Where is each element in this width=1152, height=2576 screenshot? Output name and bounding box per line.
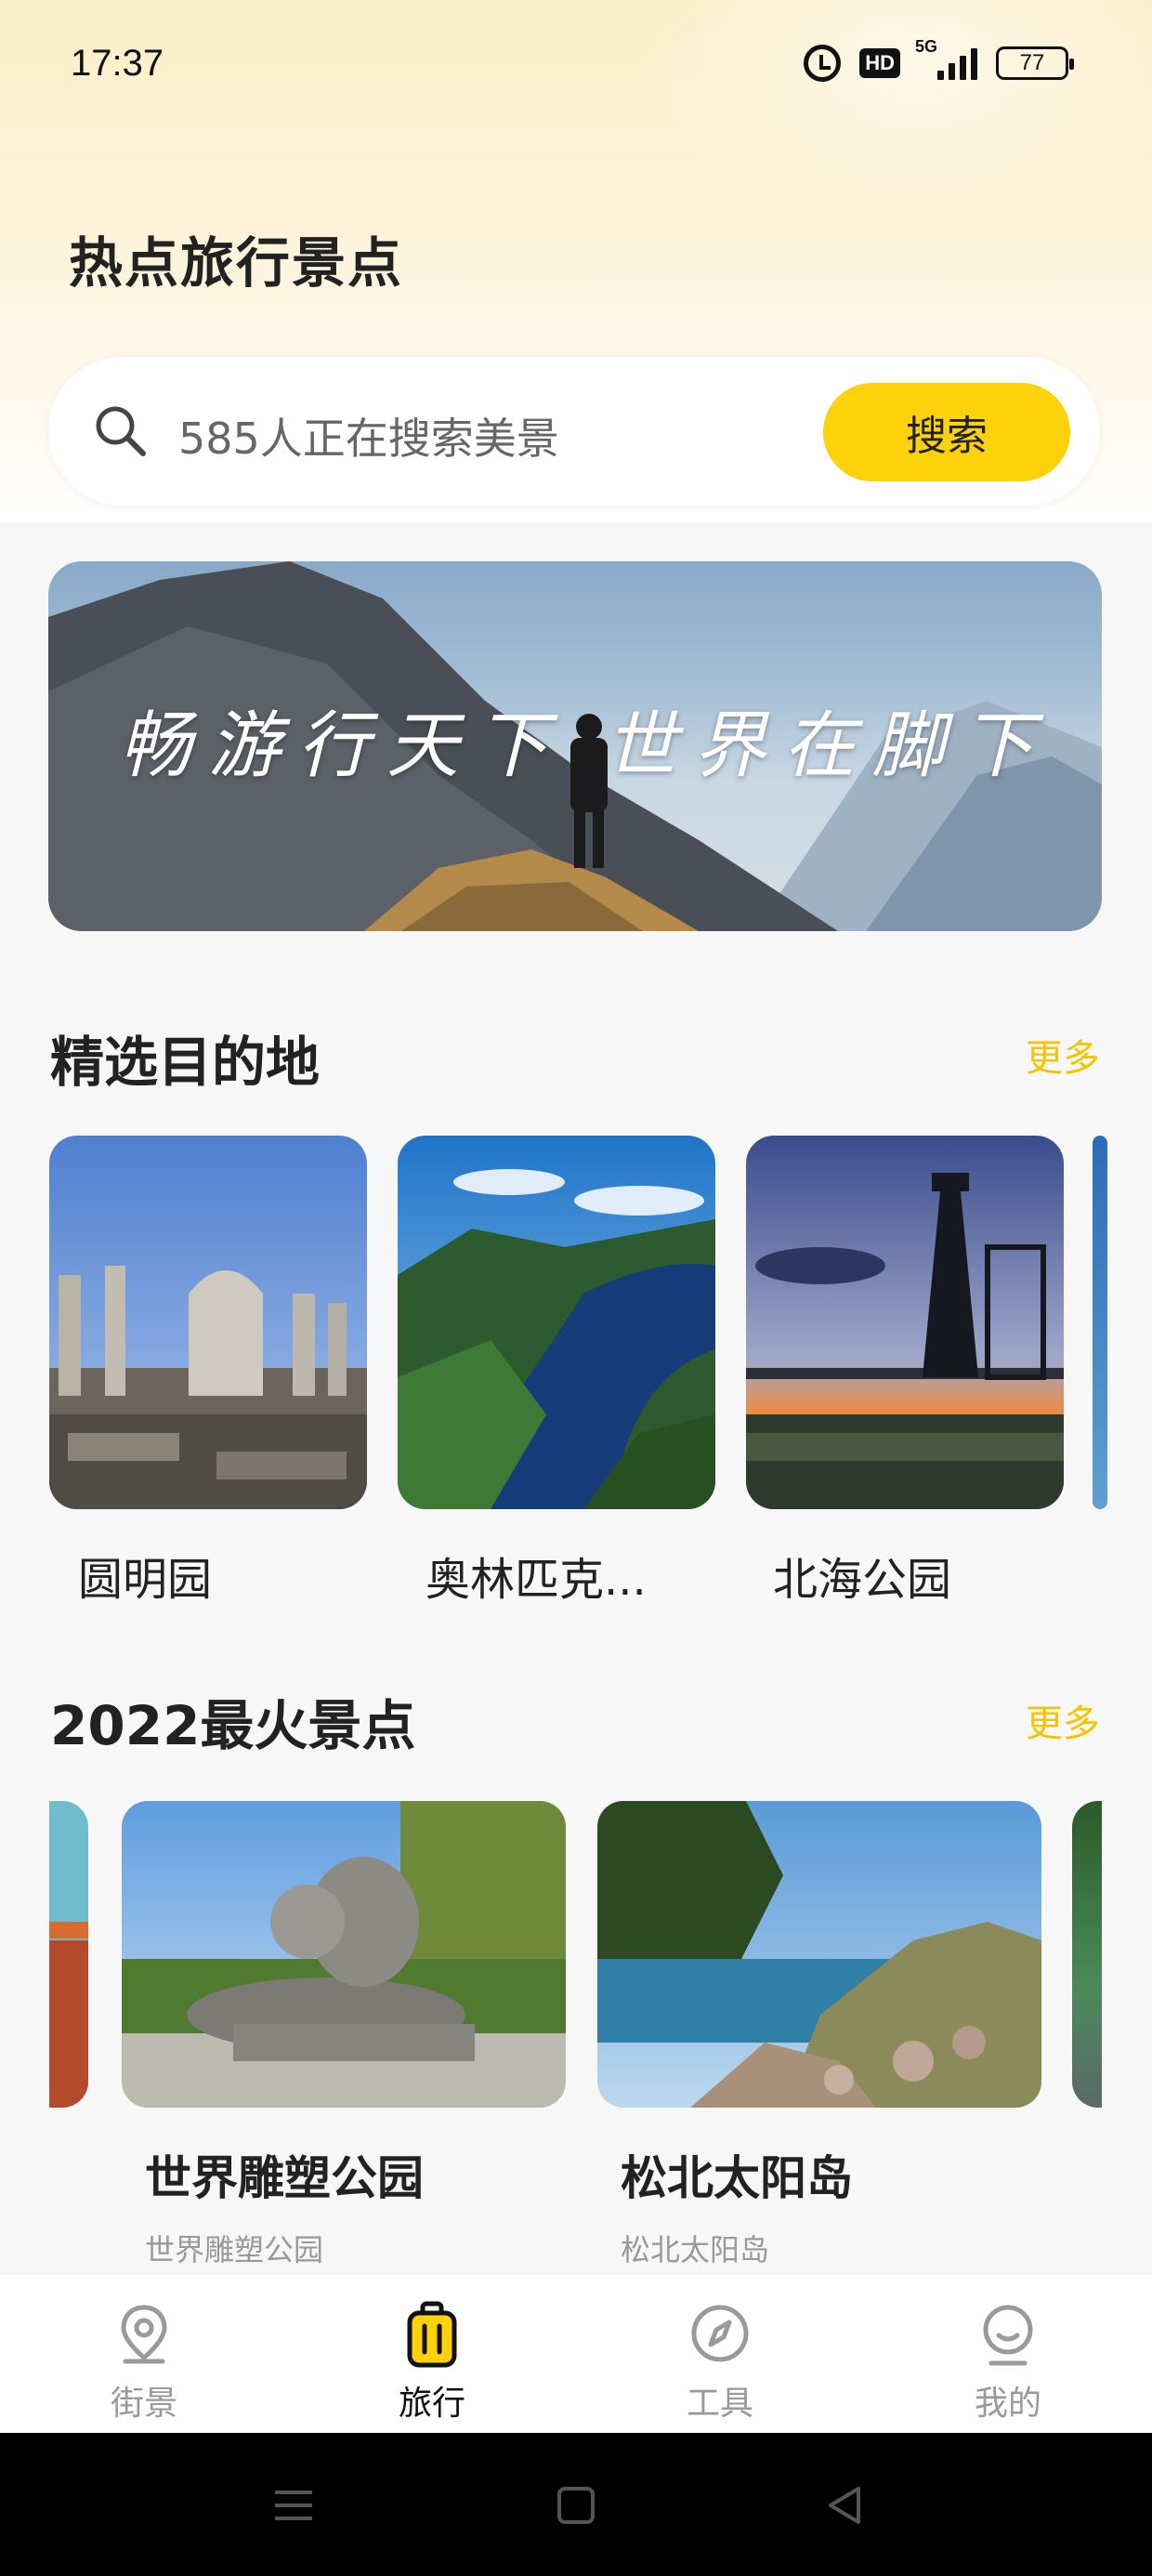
battery-icon: 77 [996,46,1074,80]
banner-caption: 畅游行天下 世界在脚下 [119,704,1051,788]
compass-icon [691,2305,749,2362]
profile-icon [983,2305,1033,2366]
popular-card-partial-right[interactable] [1072,1801,1102,2108]
location-pin-icon [121,2305,167,2364]
popular-item-subtitle: 松北太阳岛 [621,2232,770,2267]
search-bar[interactable]: 585人正在搜索美景 搜索 [48,357,1100,506]
tab-label: 工具 [686,2385,753,2423]
popular-card-sculpture-park[interactable] [122,1801,566,2108]
sun-island-image [597,1801,1041,2108]
status-bar: 17:37 HD 5G 77 [0,0,1152,139]
destination-card-partial[interactable] [1093,1136,1107,1509]
destination-card-olympic[interactable] [398,1136,715,1509]
popular-card-sun-island[interactable] [597,1801,1041,2108]
popular-item-title: 松北太阳岛 [621,2151,853,2205]
yuanmingyuan-image [49,1136,367,1509]
status-time: 17:37 [71,43,164,84]
alarm-icon [804,45,842,82]
page-title: 热点旅行景点 [69,231,404,295]
partial-card-image [1072,1801,1102,2108]
beihai-lighthouse-image [746,1136,1064,1509]
search-input[interactable]: 585人正在搜索美景 [178,405,559,467]
tab-label: 我的 [974,2385,1041,2423]
status-icons: HD 5G 77 [804,37,1074,82]
destination-card-yuanmingyuan[interactable] [49,1136,367,1509]
back-icon[interactable] [818,2477,873,2533]
search-button[interactable]: 搜索 [823,383,1070,481]
5g-signal-icon: 5G [915,37,977,80]
home-icon[interactable] [548,2477,604,2533]
tab-travel[interactable]: 旅行 [288,2274,576,2434]
tab-tools[interactable]: 工具 [576,2274,864,2434]
popular-item-title: 世界雕塑公园 [145,2151,424,2205]
partial-card-image [1093,1136,1107,1509]
network-label: 5G [915,37,938,56]
destination-name: 奥林匹克... [425,1554,647,1606]
partial-card-image [49,1801,88,2108]
tab-profile[interactable]: 我的 [864,2274,1152,2434]
system-nav-bar [0,2433,1152,2576]
popular-item-subtitle: 世界雕塑公园 [145,2232,324,2267]
destination-name: 圆明园 [78,1554,213,1606]
suitcase-icon [407,2301,457,2368]
lion-sculpture-image [122,1801,566,2108]
promo-banner[interactable]: 畅游行天下 世界在脚下 [48,561,1102,931]
bottom-tab-bar: 街景 旅行 工具 我的 [0,2273,1152,2433]
hd-icon: HD [859,48,900,78]
popular-more-link[interactable]: 更多 [1026,1693,1100,1747]
featured-section-title: 精选目的地 [50,1031,321,1094]
olympic-lake-image [398,1136,715,1509]
destination-name: 北海公园 [773,1554,952,1606]
popular-card-partial-left[interactable] [49,1801,88,2108]
tab-label: 街景 [110,2385,177,2423]
tab-label: 旅行 [398,2385,465,2423]
search-icon [96,406,146,456]
menu-icon[interactable] [266,2477,321,2533]
popular-section-title: 2022最火景点 [50,1694,416,1757]
featured-more-link[interactable]: 更多 [1026,1028,1100,1082]
tab-street-view[interactable]: 街景 [0,2274,288,2434]
destination-card-beihai[interactable] [746,1136,1064,1509]
